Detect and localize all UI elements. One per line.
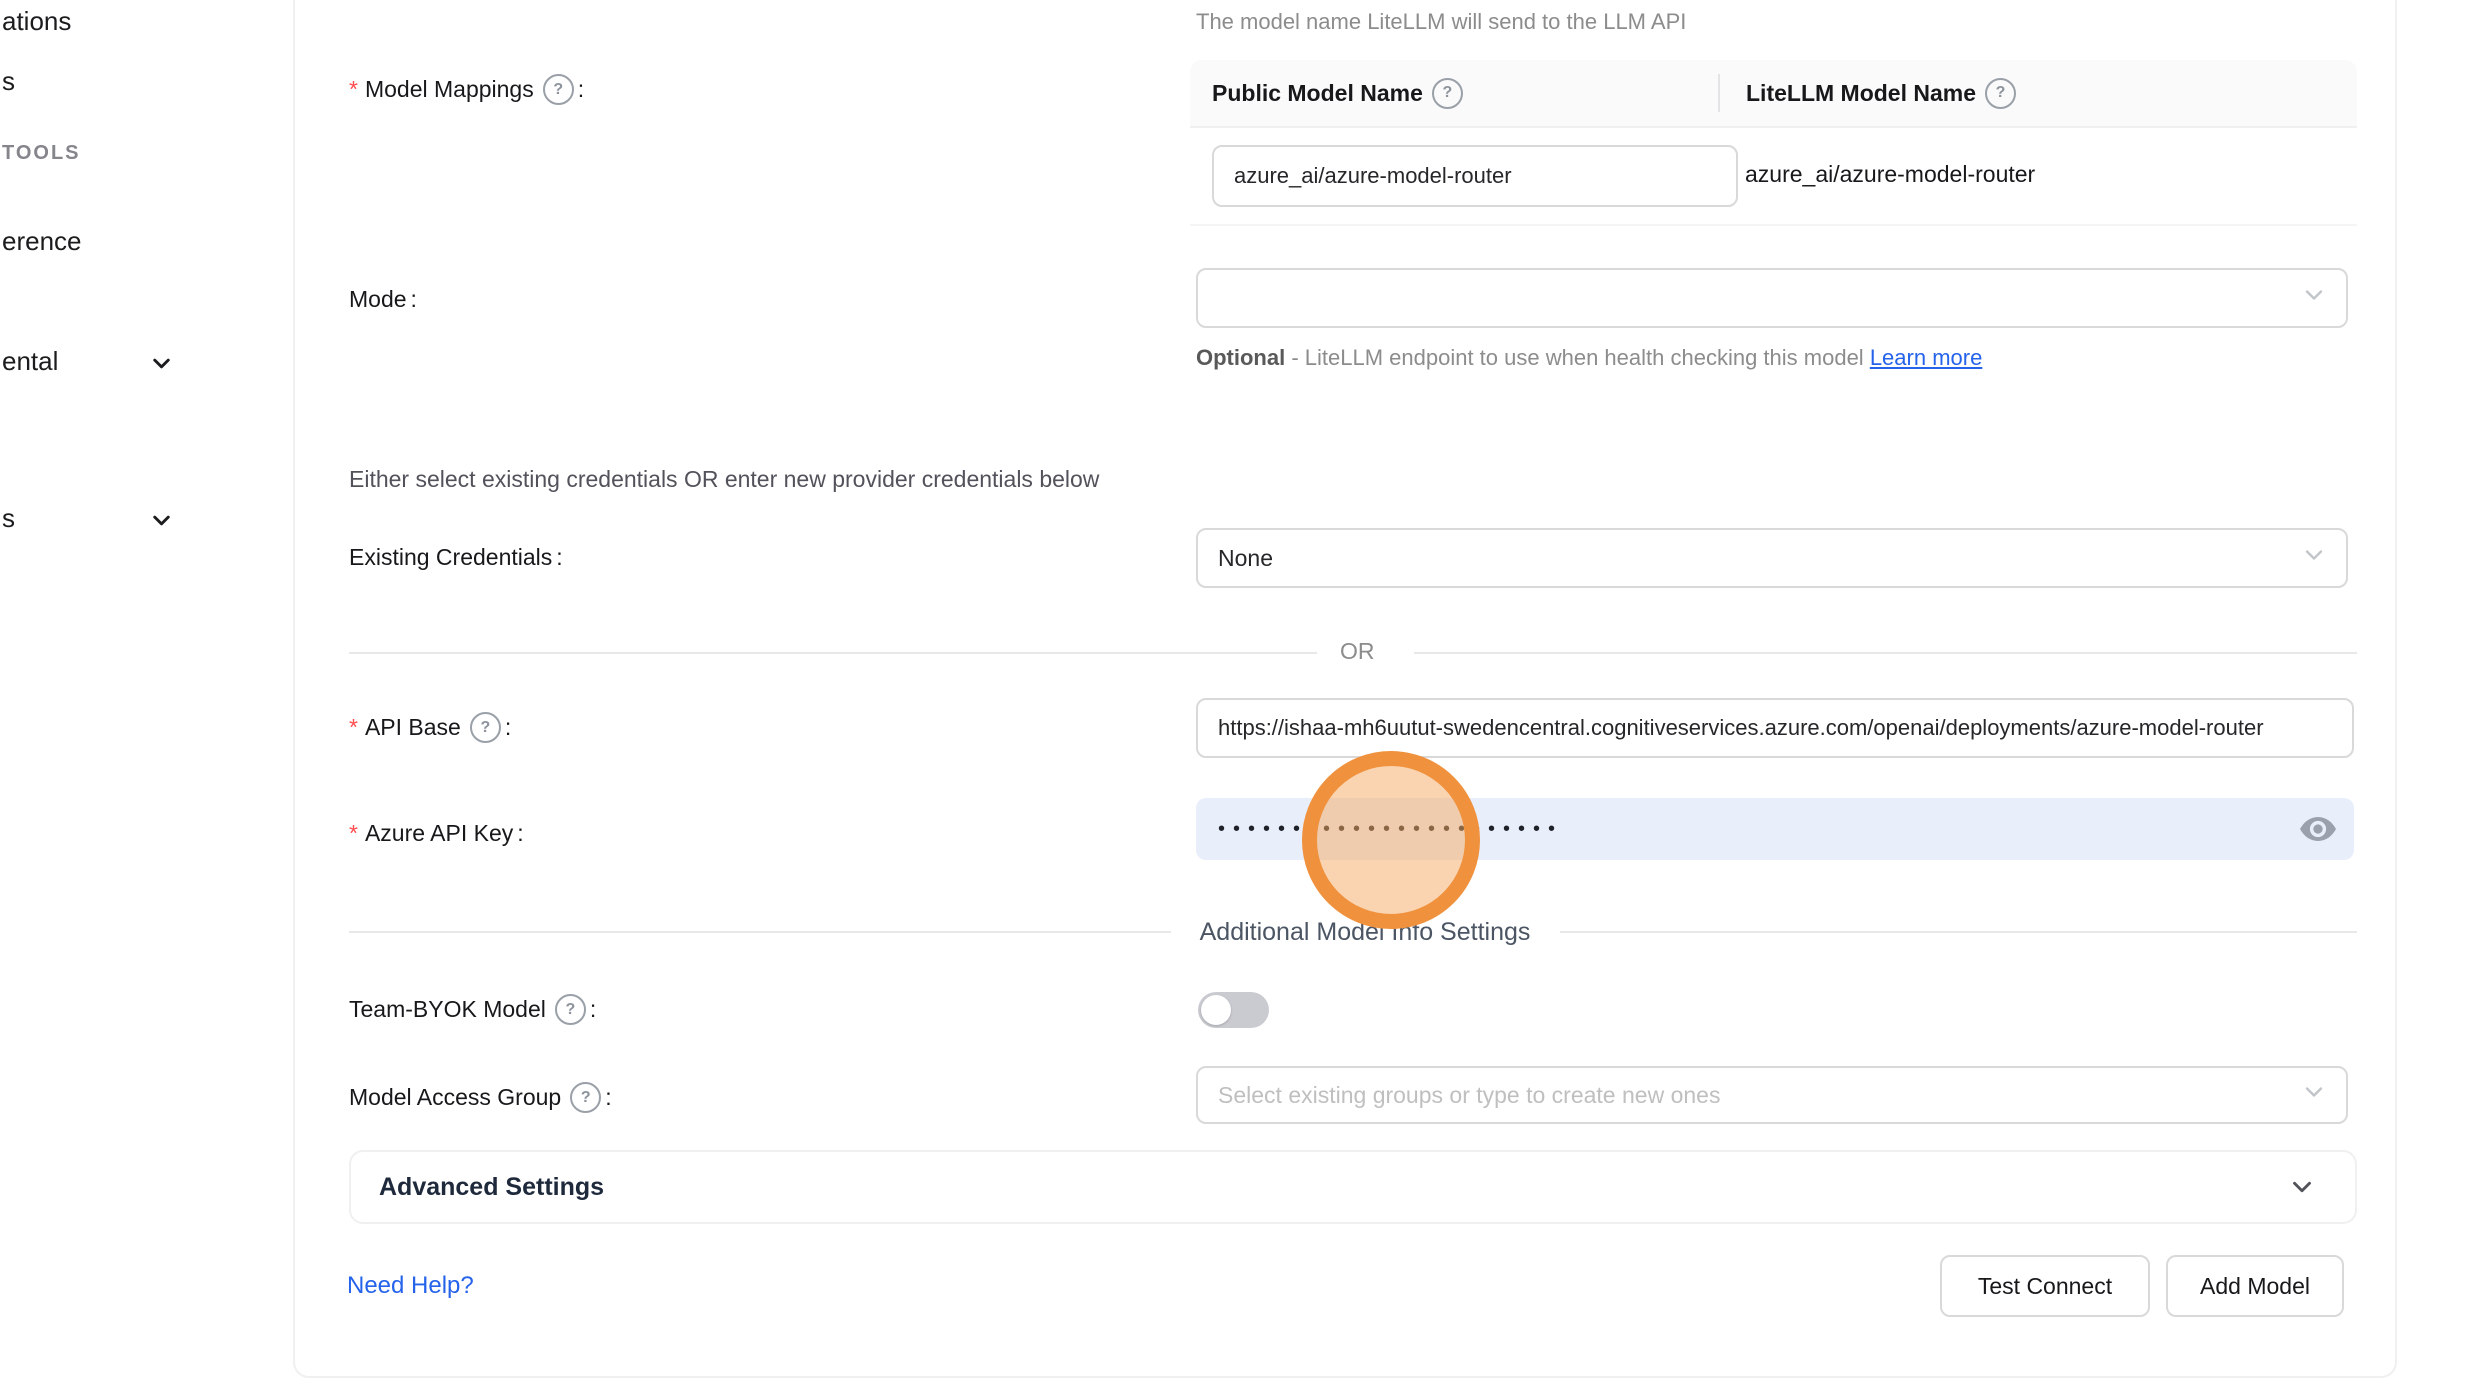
advanced-settings-title: Advanced Settings xyxy=(379,1173,2287,1202)
test-connect-button[interactable]: Test Connect xyxy=(1940,1255,2150,1317)
divider-line xyxy=(349,652,1317,654)
divider-line xyxy=(349,931,1171,933)
model-name-hint: The model name LiteLLM will send to the … xyxy=(1196,2,1686,42)
sidebar-item[interactable]: ental xyxy=(2,346,58,377)
table-row: azure_ai/azure-model-router azure_ai/azu… xyxy=(1190,128,2357,226)
click-indicator xyxy=(1302,751,1480,929)
label-text: Mode xyxy=(349,286,407,313)
team-byok-toggle[interactable] xyxy=(1198,992,1269,1028)
column-header-litellm-model-name: LiteLLM Model Name ? xyxy=(1718,78,2016,109)
required-asterisk: * xyxy=(349,820,358,847)
question-circle-icon[interactable]: ? xyxy=(1985,78,2016,109)
sidebar-item[interactable]: s xyxy=(2,503,15,534)
mode-label: Mode : xyxy=(349,286,417,313)
toggle-knob xyxy=(1201,995,1231,1025)
sidebar-item[interactable]: s xyxy=(2,66,15,97)
label-text: API Base xyxy=(365,714,461,741)
required-asterisk: * xyxy=(349,76,358,103)
advanced-settings-panel[interactable]: Advanced Settings xyxy=(349,1150,2357,1224)
chevron-down-icon xyxy=(2287,1172,2317,1202)
label-text: Model Access Group xyxy=(349,1084,561,1111)
chevron-down-icon[interactable] xyxy=(148,350,175,382)
sidebar-section-label: TOOLS xyxy=(2,142,81,165)
label-text: Team-BYOK Model xyxy=(349,996,546,1023)
label-text: Azure API Key xyxy=(365,820,513,847)
chevron-down-icon xyxy=(2300,1078,2328,1112)
or-divider-text: OR xyxy=(1340,638,1375,665)
header-separator xyxy=(1718,74,1720,112)
model-mappings-label: * Model Mappings ? : xyxy=(349,74,584,105)
label-text: Model Mappings xyxy=(365,76,534,103)
model-access-group-select[interactable]: Select existing groups or type to create… xyxy=(1196,1066,2348,1124)
mode-select[interactable] xyxy=(1196,268,2348,328)
chevron-down-icon xyxy=(2300,541,2328,575)
need-help-link[interactable]: Need Help? xyxy=(347,1272,474,1300)
column-header-public-model-name: Public Model Name ? xyxy=(1190,78,1718,109)
api-base-input[interactable]: https://ishaa-mh6uutut-swedencentral.cog… xyxy=(1196,698,2354,758)
question-circle-icon[interactable]: ? xyxy=(470,712,501,743)
model-access-group-label: Model Access Group ? : xyxy=(349,1082,612,1113)
table-header-row: Public Model Name ? LiteLLM Model Name ? xyxy=(1190,60,2357,128)
existing-credentials-select[interactable]: None xyxy=(1196,528,2348,588)
model-mappings-table: Public Model Name ? LiteLLM Model Name ?… xyxy=(1190,60,2357,226)
learn-more-link[interactable]: Learn more xyxy=(1870,345,1983,370)
sidebar-item[interactable]: ations xyxy=(2,6,71,37)
divider-line xyxy=(1414,652,2357,654)
question-circle-icon[interactable]: ? xyxy=(1432,78,1463,109)
credentials-note: Either select existing credentials OR en… xyxy=(349,466,1099,493)
team-byok-label: Team-BYOK Model ? : xyxy=(349,994,596,1025)
divider-line xyxy=(1560,931,2357,933)
required-asterisk: * xyxy=(349,714,358,741)
api-base-label: * API Base ? : xyxy=(349,712,511,743)
chevron-down-icon xyxy=(2300,281,2328,315)
public-model-name-input[interactable]: azure_ai/azure-model-router xyxy=(1212,145,1738,207)
question-circle-icon[interactable]: ? xyxy=(555,994,586,1025)
eye-icon[interactable] xyxy=(2300,816,2336,842)
chevron-down-icon[interactable] xyxy=(148,507,175,539)
select-placeholder: Select existing groups or type to create… xyxy=(1218,1082,1720,1109)
azure-api-key-label: * Azure API Key : xyxy=(349,820,524,847)
question-circle-icon[interactable]: ? xyxy=(570,1082,601,1113)
litellm-model-name-value: azure_ai/azure-model-router xyxy=(1745,161,2035,188)
sidebar-item[interactable]: erence xyxy=(2,226,82,257)
question-circle-icon[interactable]: ? xyxy=(543,74,574,105)
existing-credentials-label: Existing Credentials : xyxy=(349,544,563,571)
mode-hint: Optional - LiteLLM endpoint to use when … xyxy=(1196,338,1996,378)
label-text: Existing Credentials xyxy=(349,544,552,571)
add-model-button[interactable]: Add Model xyxy=(2166,1255,2344,1317)
